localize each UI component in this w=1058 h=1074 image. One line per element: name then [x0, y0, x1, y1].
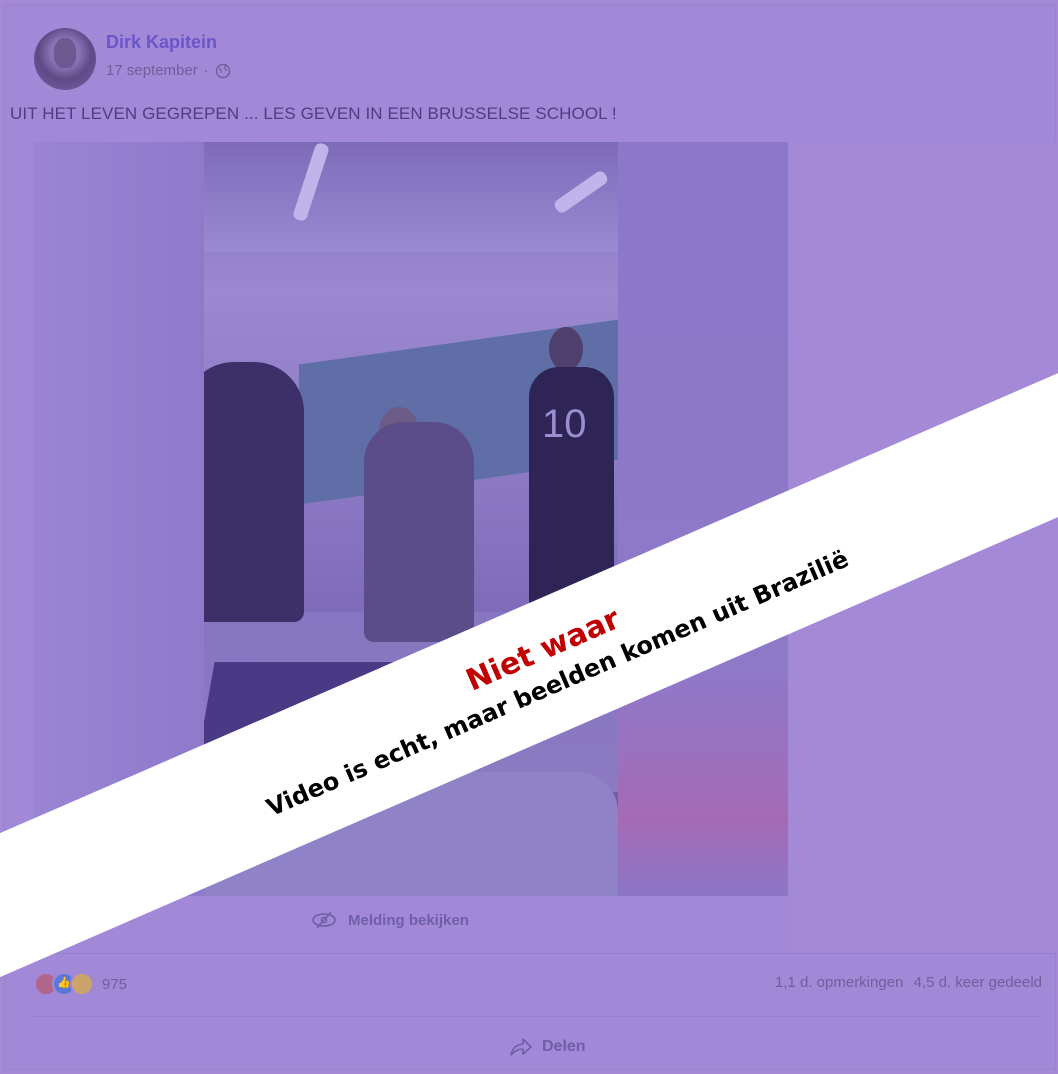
share-button[interactable]: Delen [508, 1036, 586, 1058]
reaction-count: 975 [102, 975, 128, 993]
student-foreground [204, 362, 304, 622]
page: Dirk Kapitein 17 september · UIT HET LEV… [0, 0, 1058, 1074]
student-head [549, 327, 583, 371]
jersey-number: 10 [542, 402, 587, 446]
wow-reaction-icon [70, 972, 94, 996]
student-standing [364, 422, 474, 642]
post-meta: 17 september · [106, 62, 231, 79]
post-date[interactable]: 17 september [106, 62, 198, 79]
comments-count[interactable]: 1,1 d. opmerkingen [775, 974, 903, 991]
divider [34, 953, 1054, 954]
shares-count[interactable]: 4,5 d. keer gedeeld [914, 974, 1042, 991]
post-stats: 1,1 d. opmerkingen 4,5 d. keer gedeeld [775, 974, 1042, 991]
reactions-summary[interactable]: 975 [34, 972, 127, 996]
author-avatar[interactable] [34, 28, 96, 90]
view-warning-button[interactable]: Melding bekijken [310, 910, 469, 930]
share-arrow-icon [510, 1038, 532, 1056]
classroom-ceiling [204, 142, 618, 252]
view-warning-label: Melding bekijken [348, 911, 469, 929]
author-name[interactable]: Dirk Kapitein [106, 32, 217, 53]
meta-separator: · [203, 62, 209, 79]
eye-slash-icon [312, 911, 336, 929]
divider [34, 1016, 1040, 1017]
post-text: UIT HET LEVEN GEGREPEN ... LES GEVEN IN … [10, 104, 617, 123]
share-label: Delen [542, 1038, 586, 1055]
globe-icon [215, 63, 230, 78]
